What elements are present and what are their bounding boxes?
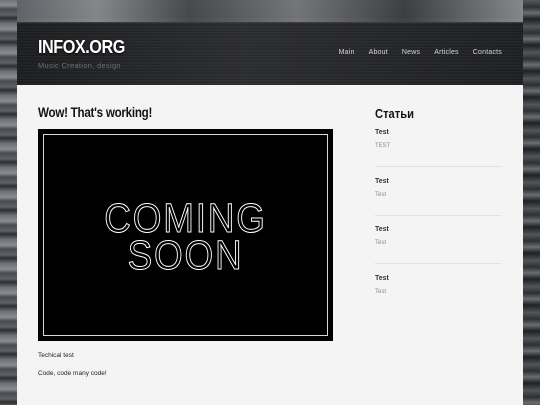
site-header: INFOX.ORG Music Creation, design Main Ab… bbox=[17, 22, 523, 86]
post-paragraph: Techical test bbox=[38, 352, 74, 359]
background-right-panel bbox=[523, 0, 540, 405]
divider bbox=[375, 215, 501, 216]
site-tagline: Music Creation, design bbox=[38, 61, 121, 70]
background-left-panel bbox=[0, 0, 17, 405]
sidebar-article-title[interactable]: Test bbox=[375, 275, 501, 282]
sidebar-article-excerpt: Test bbox=[375, 192, 387, 198]
divider bbox=[375, 263, 501, 264]
post-title[interactable]: Wow! That's working! bbox=[38, 105, 152, 120]
sidebar-article-title[interactable]: Test bbox=[375, 226, 501, 233]
content-area: Wow! That's working! COMING SOON Techica… bbox=[17, 85, 523, 405]
nav-articles[interactable]: Articles bbox=[434, 49, 459, 56]
sidebar-article-title[interactable]: Test bbox=[375, 178, 501, 185]
sidebar-title: Статьи bbox=[375, 106, 414, 121]
sidebar-article: Test Test bbox=[375, 178, 501, 216]
site-logo[interactable]: INFOX.ORG bbox=[38, 37, 125, 58]
sidebar-article: Test Test bbox=[375, 226, 501, 264]
background-top-strip bbox=[0, 0, 540, 22]
sidebar-article-excerpt: TEST bbox=[375, 143, 391, 149]
nav-news[interactable]: News bbox=[402, 49, 420, 56]
sidebar-article-excerpt: Test bbox=[375, 240, 387, 246]
post-image: COMING SOON bbox=[38, 129, 333, 341]
nav-main[interactable]: Main bbox=[339, 49, 355, 56]
sidebar-article-title[interactable]: Test bbox=[375, 129, 501, 136]
nav-about[interactable]: About bbox=[369, 49, 388, 56]
divider bbox=[375, 166, 501, 167]
sidebar-article: Test TEST bbox=[375, 129, 501, 167]
main-nav: Main About News Articles Contacts bbox=[339, 49, 502, 56]
image-text-soon: SOON bbox=[127, 232, 244, 279]
nav-contacts[interactable]: Contacts bbox=[473, 49, 502, 56]
post-paragraph: Code, code many code! bbox=[38, 370, 107, 377]
sidebar-article-excerpt: Test bbox=[375, 289, 387, 295]
sidebar-article: Test Test bbox=[375, 275, 501, 295]
